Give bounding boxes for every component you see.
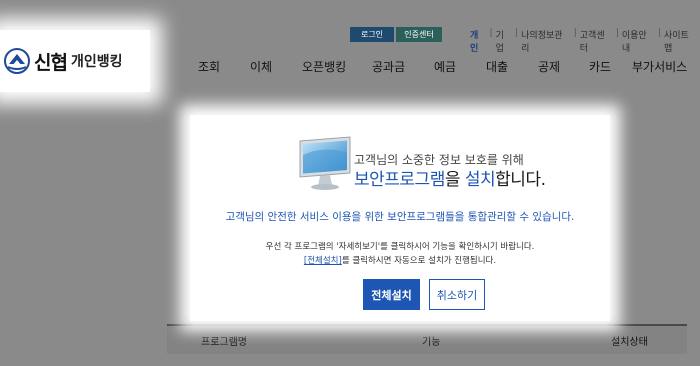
th-program-name: 프로그램명 [201, 336, 247, 348]
util-link-personal[interactable]: 개인 [467, 28, 490, 54]
util-link-guide[interactable]: 이용안내 [619, 28, 658, 54]
utility-links: 개인 | 기업 | 나의정보관리 | 고객센터 | 이용안내 | 사이트맵 [467, 28, 700, 54]
headline-part-b: 합니다. [495, 170, 546, 190]
monitor-icon [299, 136, 351, 190]
brand-sub: 개인뱅킹 [70, 54, 123, 70]
th-install-status: 설치상태 [611, 336, 648, 348]
nav-item-inquiry[interactable]: 조회 [198, 58, 220, 75]
modal-instructions: 우선 각 프로그램의 '자세히보기'를 클릭하시어 기능을 확인하시기 바랍니다… [190, 240, 610, 268]
instruction-line-2-rest: 를 클릭하시면 자동으로 설치가 진행됩니다. [341, 256, 497, 266]
cancel-button[interactable]: 취소하기 [429, 279, 485, 310]
nav-item-utility-bills[interactable]: 공과금 [372, 58, 405, 75]
top-buttons: 로그인 인증센터 [350, 27, 442, 42]
nav-item-openbanking[interactable]: 오픈뱅킹 [302, 58, 346, 75]
login-button[interactable]: 로그인 [350, 27, 394, 42]
headline-security-program: 보안프로그램 [354, 170, 445, 190]
nav-item-deposit[interactable]: 예금 [434, 58, 456, 75]
headline-part-a: 을 [444, 170, 465, 190]
modal-notice: 고객님의 안전한 서비스 이용을 위한 보안프로그램들을 통합관리할 수 있습니… [225, 211, 575, 223]
util-link-sitemap[interactable]: 사이트맵 [661, 28, 700, 54]
util-link-business[interactable]: 기업 [493, 28, 516, 54]
th-function: 기능 [422, 336, 441, 348]
cert-center-button[interactable]: 인증센터 [396, 27, 442, 42]
util-link-myinfo[interactable]: 나의정보관리 [518, 28, 574, 54]
brand-name: 신협 [34, 51, 68, 74]
modal-headline-2: 보안프로그램을 설치합니다. [354, 165, 546, 190]
install-all-button[interactable]: 전체설치 [363, 279, 420, 310]
nav-item-card[interactable]: 카드 [589, 58, 611, 75]
nav-item-insurance[interactable]: 공제 [538, 58, 560, 75]
util-link-support[interactable]: 고객센터 [577, 28, 616, 54]
brand-logo-icon [4, 48, 30, 74]
nav-item-loan[interactable]: 대출 [486, 58, 508, 75]
program-table-header: 프로그램명 기능 설치상태 [167, 324, 687, 354]
security-install-modal: 고객님의 소중한 정보 보호를 위해 보안프로그램을 설치합니다. 고객님의 안… [190, 115, 610, 321]
install-all-link[interactable]: [전체설치] [304, 256, 342, 266]
nav-item-extra-services[interactable]: 부가서비스 [632, 58, 687, 75]
instruction-line-2: [전체설치]를 클릭하시면 자동으로 설치가 진행됩니다. [190, 254, 610, 268]
logo[interactable]: 신협 개인뱅킹 [0, 30, 150, 92]
nav-item-transfer[interactable]: 이체 [250, 58, 272, 75]
headline-install: 설치 [464, 170, 496, 190]
instruction-line-1: 우선 각 프로그램의 '자세히보기'를 클릭하시어 기능을 확인하시기 바랍니다… [265, 242, 535, 252]
